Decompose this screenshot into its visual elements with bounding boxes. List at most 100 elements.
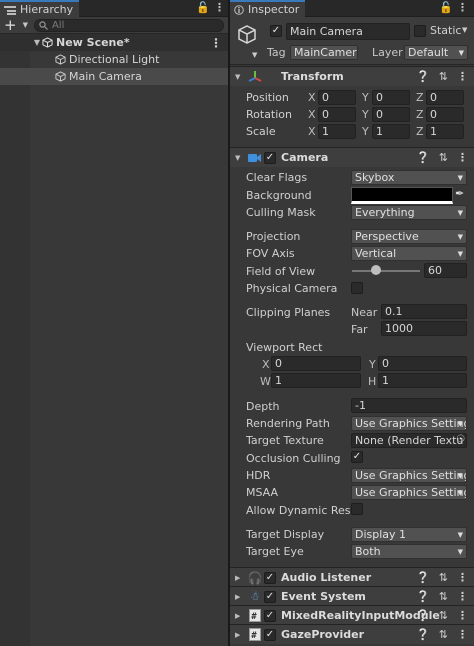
foldout-arrow-icon[interactable]: ▼ [235,154,240,162]
create-plus-icon[interactable]: + [4,18,17,33]
help-icon[interactable]: ❔ [416,628,430,641]
foldout-arrow-icon[interactable]: ▼ [235,73,240,81]
presets-icon[interactable]: ⇅ [439,70,448,83]
help-icon[interactable]: ❔ [416,609,430,622]
background-color-field[interactable] [351,187,453,204]
position-z-input[interactable]: 0 [426,90,464,105]
target-texture-field[interactable]: None (Render Textu [351,433,467,448]
icon-dropdown-icon[interactable]: ▼ [252,51,257,59]
help-icon[interactable]: ❔ [416,151,430,164]
hierarchy-tabbar: Hierarchy 🔓 ⋮ [0,0,228,17]
component-menu-icon[interactable]: ⋮ [457,70,468,83]
viewport-h-input[interactable]: 1 [378,373,467,388]
mixed-reality-input-module-checkbox[interactable]: ✓ [264,609,276,622]
gaze-provider-header[interactable]: ▶ # ✓ GazeProvider ❔ ⇅ ⋮ [230,624,474,644]
viewport-x-value: 0 [275,357,282,370]
presets-icon[interactable]: ⇅ [439,571,448,584]
scale-x-input[interactable]: 1 [318,124,356,139]
audio-listener-header[interactable]: ▶ 🎧 ✓ Audio Listener ❔ ⇅ ⋮ [230,567,474,587]
component-menu-icon[interactable]: ⋮ [457,151,468,164]
projection-dropdown[interactable]: Perspective ▼ [351,229,467,244]
eyedropper-icon[interactable]: ✒ [455,187,464,200]
foldout-arrow-icon[interactable]: ▶ [235,612,240,620]
mixed-reality-input-module-header[interactable]: ▶ # ✓ MixedRealityInputModule ❔ ⇅ ⋮ [230,605,474,625]
audio-listener-title: Audio Listener [281,571,372,584]
occlusion-culling-checkbox[interactable]: ✓ [351,451,363,463]
target-display-dropdown[interactable]: Display 1 ▼ [351,527,467,542]
far-input[interactable]: 1000 [381,321,467,336]
object-name-input[interactable]: Main Camera [286,23,410,40]
tab-menu-icon[interactable]: ⋮ [457,1,468,14]
scene-menu-icon[interactable]: ⋮ [210,36,222,50]
object-picker-icon[interactable]: ☉ [456,434,465,445]
create-dropdown-icon[interactable]: ▼ [23,21,28,29]
fov-slider-handle[interactable] [371,265,381,275]
help-icon[interactable]: ❔ [416,70,430,83]
component-menu-icon[interactable]: ⋮ [457,628,468,641]
camera-enabled-checkbox[interactable]: ✓ [264,151,276,164]
inspector-tab[interactable]: Inspector [230,0,306,17]
gaze-provider-checkbox[interactable]: ✓ [264,628,276,641]
event-system-header[interactable]: ▶ ☃ ✓ Event System ❔ ⇅ ⋮ [230,586,474,606]
near-input[interactable]: 0.1 [381,304,467,319]
component-menu-icon[interactable]: ⋮ [457,609,468,622]
position-label: Position [246,91,289,104]
static-dropdown-icon[interactable]: ▼ [462,26,467,34]
hdr-dropdown[interactable]: Use Graphics Setting ▼ [351,468,467,483]
physical-camera-checkbox[interactable] [351,282,363,294]
fov-input[interactable]: 60 [424,263,467,278]
scale-y-input[interactable]: 1 [372,124,410,139]
active-checkbox[interactable]: ✓ [270,25,282,37]
dynamic-resolution-checkbox[interactable] [351,503,363,515]
static-checkbox[interactable] [414,25,426,37]
msaa-dropdown[interactable]: Use Graphics Setting ▼ [351,485,467,500]
foldout-arrow-icon[interactable]: ▶ [235,574,240,582]
component-menu-icon[interactable]: ⋮ [457,590,468,603]
hierarchy-search-input[interactable]: All [33,18,224,32]
transform-header[interactable]: ▼ Transform ❔ ⇅ ⋮ [230,66,474,86]
scene-row[interactable]: ▼ New Scene* ⋮ [0,34,228,51]
culling-mask-dropdown[interactable]: Everything ▼ [351,205,467,220]
clear-flags-dropdown[interactable]: Skybox ▼ [351,170,467,185]
viewport-w-input[interactable]: 1 [271,373,361,388]
depth-value: -1 [355,399,366,412]
camera-header[interactable]: ▼ ✓ Camera ❔ ⇅ ⋮ [230,147,474,167]
component-menu-icon[interactable]: ⋮ [457,571,468,584]
lock-icon[interactable]: 🔓 [439,1,453,14]
event-system-checkbox[interactable]: ✓ [264,590,276,603]
component-tools: ❔ ⇅ ⋮ [416,609,468,622]
chevron-down-icon: ▼ [457,530,463,539]
viewport-w-label: W [260,375,271,388]
hierarchy-item[interactable]: Directional Light [0,51,228,68]
camera-title: Camera [281,151,329,164]
tag-dropdown[interactable]: MainCamer [290,45,358,60]
tab-menu-icon[interactable]: ⋮ [214,1,225,14]
target-eye-dropdown[interactable]: Both ▼ [351,544,467,559]
presets-icon[interactable]: ⇅ [439,628,448,641]
help-icon[interactable]: ❔ [416,571,430,584]
rotation-y-input[interactable]: 0 [372,107,410,122]
position-x-input[interactable]: 0 [318,90,356,105]
viewport-y-input[interactable]: 0 [378,356,467,371]
depth-input[interactable]: -1 [351,398,467,413]
layer-dropdown[interactable]: Default ▼ [404,45,468,60]
foldout-arrow-icon[interactable]: ▶ [235,593,240,601]
fov-slider-track[interactable] [352,270,420,272]
viewport-x-input[interactable]: 0 [271,356,361,371]
expand-arrow-icon[interactable]: ▼ [32,38,42,47]
lock-icon[interactable]: 🔓 [196,1,210,14]
rotation-z-input[interactable]: 0 [426,107,464,122]
presets-icon[interactable]: ⇅ [439,151,448,164]
presets-icon[interactable]: ⇅ [439,609,448,622]
audio-listener-checkbox[interactable]: ✓ [264,571,276,584]
rendering-path-dropdown[interactable]: Use Graphics Setting ▼ [351,416,467,431]
hierarchy-item-selected[interactable]: Main Camera [0,68,228,85]
fov-axis-dropdown[interactable]: Vertical ▼ [351,246,467,261]
presets-icon[interactable]: ⇅ [439,590,448,603]
position-y-input[interactable]: 0 [372,90,410,105]
help-icon[interactable]: ❔ [416,590,430,603]
rotation-x-input[interactable]: 0 [318,107,356,122]
hierarchy-tab[interactable]: Hierarchy [0,0,80,17]
scale-z-input[interactable]: 1 [426,124,464,139]
foldout-arrow-icon[interactable]: ▶ [235,631,240,639]
